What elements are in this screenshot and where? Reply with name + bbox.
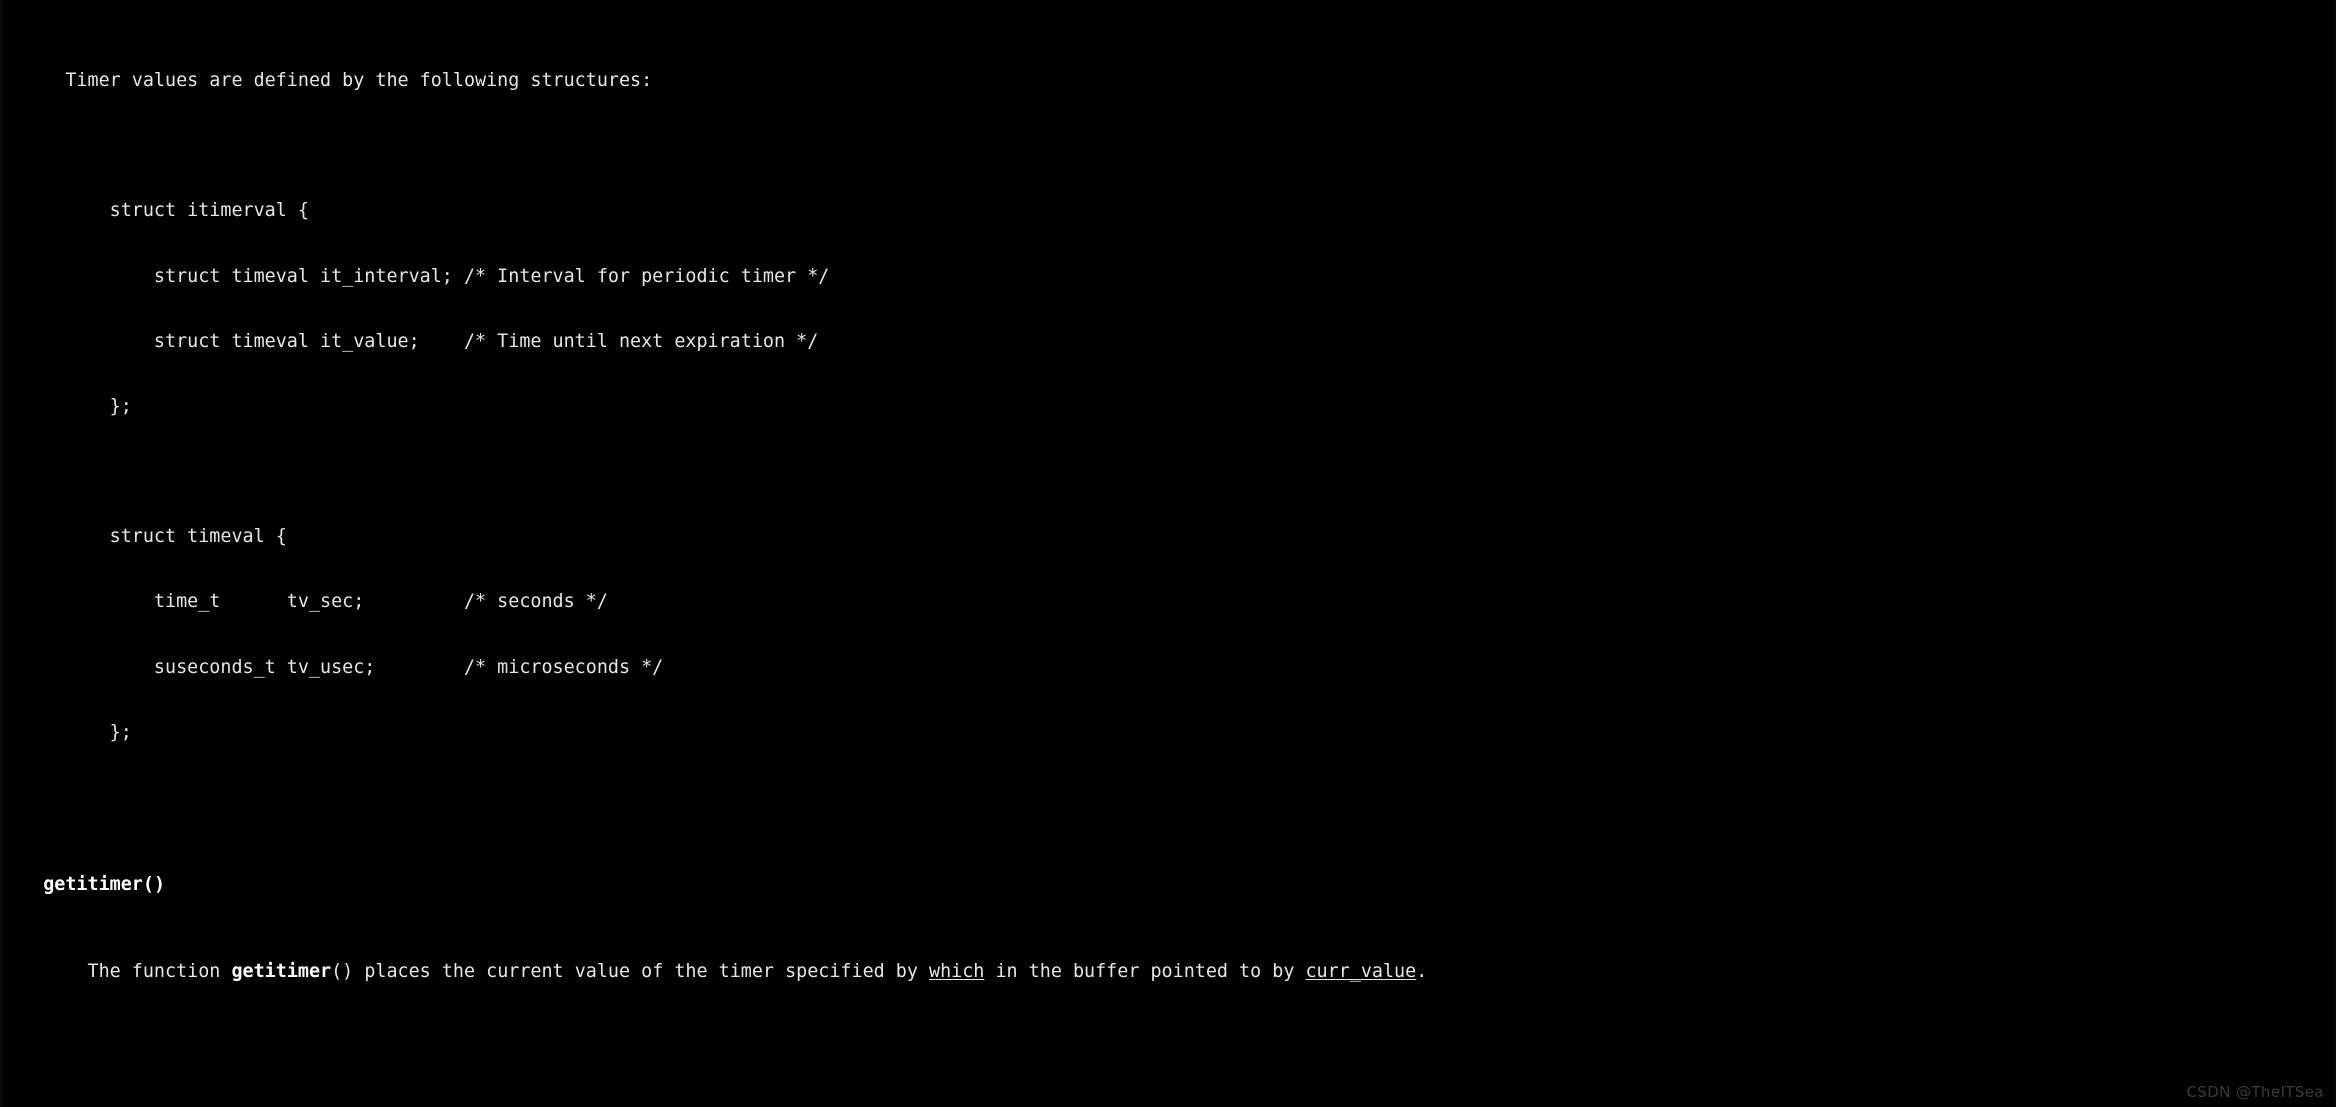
code-line-it-interval-field: struct timeval it_interval; /* Interval … [10, 265, 830, 287]
watermark: CSDN @TheITSea [2186, 1083, 2324, 1101]
terminal-window: Timer values are defined by the followin… [0, 0, 2336, 1107]
code-line-struct-itimerval-close: }; [10, 395, 132, 417]
code-line-tv-sec-field: time_t tv_sec; /* seconds */ [10, 591, 608, 613]
code-line-struct-itimerval-open: struct itimerval { [10, 200, 309, 222]
function-name-getitimer: getitimer [231, 960, 332, 982]
param-which: which [929, 960, 985, 982]
man-blank-line [10, 135, 2330, 157]
param-curr-value: curr_value [1305, 960, 1417, 982]
text-fragment: The function [10, 960, 232, 982]
code-line-struct-timeval-open: struct timeval { [10, 526, 287, 548]
man-line-intro: Timer values are defined by the followin… [10, 70, 653, 92]
man-line-getitimer-desc: The function getitimer() places the curr… [10, 961, 2330, 983]
heading-indent [10, 874, 43, 895]
text-fragment: in the buffer pointed to by [984, 960, 1306, 982]
man-blank-line [10, 461, 2330, 483]
text-fragment: . [1416, 960, 1428, 982]
code-line-it-value-field: struct timeval it_value; /* Time until n… [10, 330, 819, 352]
text-fragment: () places the current value of the timer… [331, 960, 930, 982]
man-blank-line [10, 787, 2330, 809]
code-line-struct-timeval-close: }; [10, 721, 132, 743]
code-line-tv-usec-field: suseconds_t tv_usec; /* microseconds */ [10, 656, 664, 678]
subsection-heading-getitimer: getitimer() [10, 874, 2330, 896]
heading-label-getitimer: getitimer() [43, 873, 166, 895]
man-page-content: Timer values are defined by the followin… [10, 5, 2330, 1107]
man-blank-line [10, 1048, 2330, 1070]
